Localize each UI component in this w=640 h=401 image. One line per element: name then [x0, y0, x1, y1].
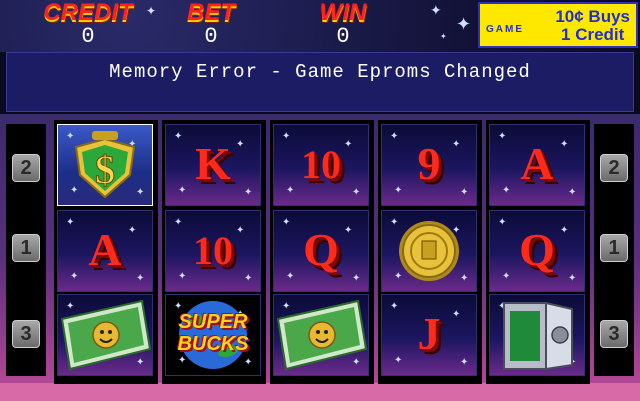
win-value: 0	[336, 24, 350, 49]
reel-symbol-letter: ✦ ✦ ✦ ✦ Q	[489, 210, 585, 292]
left-payline-column: 2 1 3	[6, 124, 46, 376]
payline-indicator: 2	[12, 154, 40, 182]
reel: ✦ ✦ ✦ ✦ K ✦ ✦ ✦ ✦ 10 ✦ ✦ ✦ ✦ SUPER BUCKS	[162, 120, 266, 384]
payline-indicator: 2	[600, 154, 628, 182]
win-label: WIN	[319, 0, 367, 26]
symbol-label: J	[417, 308, 441, 359]
symbol-label: A	[520, 138, 554, 189]
reel-symbol-banknote: ✦✦✦✦	[57, 294, 153, 376]
banknote-icon	[60, 299, 152, 371]
reel-symbol-banknote: ✦✦✦✦	[273, 294, 369, 376]
payline-indicator: 1	[12, 234, 40, 262]
denomination-text: 10¢ Buys 1 Credit	[555, 8, 630, 44]
sparkle-icon: ✦	[456, 14, 472, 34]
reel-symbol-safe: ✦✦✦✦	[489, 294, 585, 376]
gold-coin-icon	[399, 221, 459, 281]
sparkle-icon: ✦	[430, 2, 442, 18]
error-message: Memory Error - Game Eproms Changed	[109, 61, 531, 83]
reel: ✦✦✦✦A✦✦✦✦Q✦✦✦✦	[486, 120, 590, 384]
banknote-icon	[276, 299, 368, 371]
sparkle-icon: ✦	[244, 273, 253, 284]
reel-symbol-letter: ✦ ✦ ✦ ✦ Q	[273, 210, 369, 292]
super-bucks-text: SUPER BUCKS	[177, 311, 249, 355]
payline-indicator: 3	[600, 320, 628, 348]
credit-meter: CREDIT 0	[38, 0, 138, 48]
denomination-badge[interactable]: GAME 10¢ Buys 1 Credit	[478, 2, 638, 48]
reel: ✦✦✦✦$✦✦✦✦A✦✦✦✦	[54, 120, 158, 384]
symbol-label: 10	[193, 228, 233, 273]
reel-symbol-letter: ✦ ✦ ✦ ✦ K	[165, 124, 261, 206]
credit-value: 0	[81, 24, 95, 49]
symbol-label: Q	[519, 224, 555, 275]
reel-frame-bottom	[0, 383, 640, 401]
symbol-label: 9	[417, 138, 441, 189]
sparkle-icon: ✦	[352, 187, 361, 198]
reel-symbol-letter: ✦ ✦ ✦ ✦ 10	[165, 210, 261, 292]
reel-symbol-gold-coin: ✦ ✦ ✦ ✦	[381, 210, 477, 292]
payline-indicator: 3	[12, 320, 40, 348]
symbol-label: A	[88, 224, 122, 275]
bet-value: 0	[204, 24, 218, 49]
symbol-label: 10	[301, 142, 341, 187]
game-label: GAME	[486, 24, 524, 35]
dollar-emblem-icon: $	[74, 131, 136, 199]
reel-symbol-super-bucks-logo: ✦ ✦ ✦ ✦ SUPER BUCKS	[165, 294, 261, 376]
reel-symbol-letter: ✦ ✦ ✦ ✦ 9	[381, 124, 477, 206]
bet-label: BET	[187, 0, 235, 26]
sparkle-icon: ✦	[440, 32, 447, 41]
right-payline-column: 2 1 3	[594, 124, 634, 376]
reel: ✦✦✦✦10✦✦✦✦Q✦✦✦✦	[270, 120, 374, 384]
symbol-label: K	[195, 138, 231, 189]
safe-icon	[503, 301, 573, 371]
credit-label: CREDIT	[43, 0, 133, 26]
denomination-line1: 10¢ Buys	[555, 7, 630, 26]
reel-symbol-dollar-emblem: ✦ ✦ ✦ ✦ $	[57, 124, 153, 206]
denomination-line2: 1 Credit	[561, 25, 625, 44]
bet-meter: BET 0	[176, 0, 246, 48]
reel-symbol-letter: ✦ ✦ ✦ ✦ 10	[273, 124, 369, 206]
win-meter: WIN 0	[306, 0, 380, 48]
payline-indicator: 1	[600, 234, 628, 262]
meter-bar: CREDIT 0 BET 0 WIN 0 ✦ ✦ ✦ ✦ GAME 10¢ Bu…	[0, 0, 640, 52]
symbol-label: Q	[303, 224, 339, 275]
reel: ✦ ✦ ✦ ✦ 9 ✦ ✦ ✦ ✦ ✦ ✦ ✦ ✦ J	[378, 120, 482, 384]
reel-symbol-letter: ✦ ✦ ✦ ✦ J	[381, 294, 477, 376]
svg-text:$: $	[95, 147, 115, 192]
reel-symbol-letter: ✦ ✦ ✦ ✦ A	[57, 210, 153, 292]
reel-symbol-letter: ✦ ✦ ✦ ✦ A	[489, 124, 585, 206]
sparkle-icon: ✦	[146, 4, 157, 18]
message-panel: Memory Error - Game Eproms Changed	[6, 52, 634, 112]
